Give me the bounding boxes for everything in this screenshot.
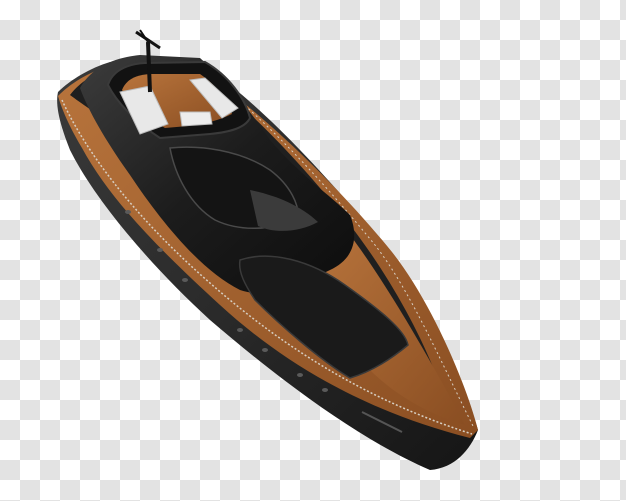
mast [146, 41, 152, 93]
transparent-background [0, 0, 626, 501]
yacht-illustration [57, 29, 479, 470]
seat-cushion-back [179, 111, 213, 127]
